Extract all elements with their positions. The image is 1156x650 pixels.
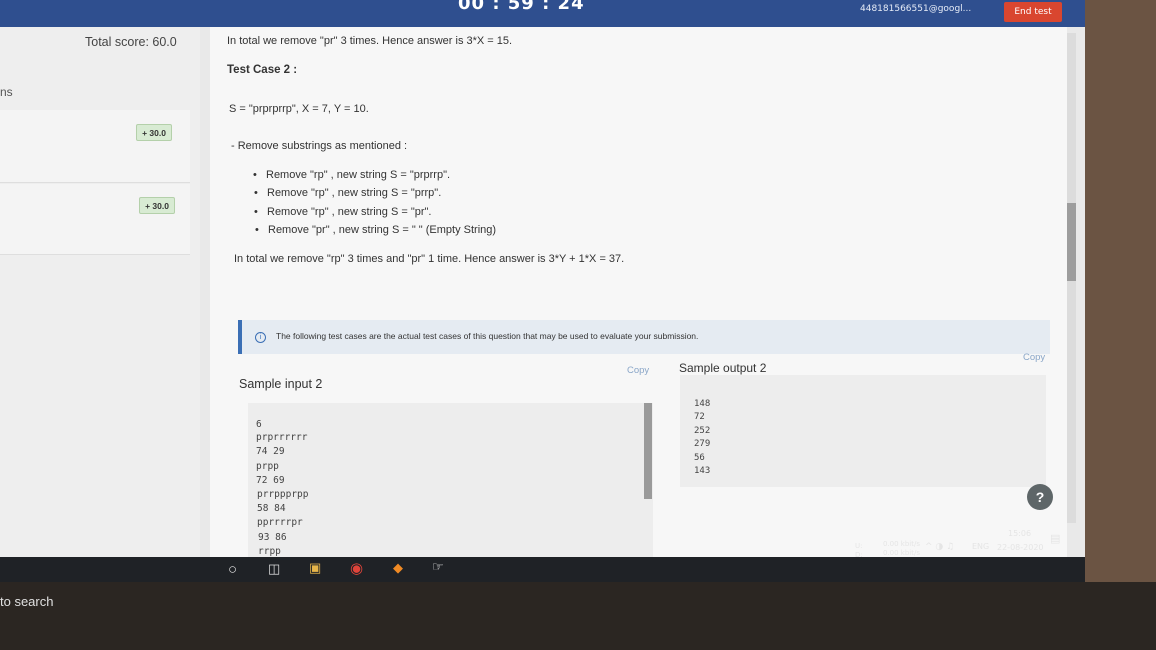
sample-input-title: Sample input 2 [239,377,323,391]
monitor-bezel [0,582,1156,650]
test-case-heading: Test Case 2 : [227,64,298,76]
output-line: 148 [694,399,711,409]
browser-screen: 00 : 59 : 24 448181566551@googl... End t… [0,0,1085,582]
input-line: prrppprpp [257,489,309,500]
page-scrollbar-thumb[interactable] [1067,203,1076,281]
input-line: 93 86 [258,532,287,543]
problem-statement: In total we remove "pr" 3 times. Hence a… [210,27,1067,557]
notification-icon[interactable]: ▤ [1050,532,1060,545]
question-card-2[interactable]: + 30.0 [0,184,190,255]
copy-output-button[interactable]: Copy [1023,352,1045,363]
pointer-app-icon[interactable]: ☞ [432,559,444,575]
clock-time[interactable]: 15:06 [1008,529,1031,538]
input-line: 72 69 [256,475,285,486]
clock-date[interactable]: 22-08-2020 [997,543,1044,552]
input-line: prpp [256,461,279,472]
input-scrollbar-thumb[interactable] [644,403,652,499]
step-item: Remove "rp" , new string S = "prprrp". [253,169,450,181]
score-badge: + 30.0 [136,124,172,141]
explanation-total: In total we remove "rp" 3 times and "pr"… [234,253,625,265]
input-line: prprrrrrr [256,432,308,443]
output-line: 72 [694,412,705,422]
sample-output-title: Sample output 2 [679,361,767,375]
sidebar-partial-label: ns [0,85,13,99]
upload-speed: 0.00 kbit/s [883,540,921,548]
taskbar-search-label[interactable]: to search [0,594,53,609]
input-line: 74 29 [256,446,285,457]
download-speed: 0.00 kbit/s [883,549,921,557]
info-banner: i The following test cases are the actua… [238,320,1050,354]
info-text: The following test cases are the actual … [276,331,699,341]
score-badge: + 30.0 [139,197,175,214]
upload-label: U: [855,542,863,550]
user-email: 448181566551@googl... [860,4,972,14]
output-line: 252 [694,426,711,436]
step-item: Remove "rp" , new string S = "prrp". [254,187,441,199]
test-header: 00 : 59 : 24 448181566551@googl... End t… [0,0,1085,27]
input-values: S = "prprprrp", X = 7, Y = 10. [229,103,369,115]
tray-icons[interactable]: ^ ◑ ♫ [925,542,954,552]
total-score: Total score: 60.0 [85,35,177,49]
step-item: Remove "rp" , new string S = "pr". [254,206,432,218]
info-icon: i [255,332,266,343]
file-explorer-icon[interactable]: ▣ [309,560,321,576]
output-line: 279 [694,439,711,449]
sample-input-box[interactable]: 6 prprrrrrr 74 29 prpp 72 69 prrppprpp 5… [248,403,653,557]
end-test-button[interactable]: End test [1004,2,1062,22]
output-line: 56 [694,453,705,463]
windows-taskbar: ○ ◫ ▣ ◉ ◆ ☞ U: D: 0.00 kbit/s 0.00 kbit/… [0,529,1085,582]
app-icon[interactable]: ◆ [393,560,403,576]
background-edge [1085,0,1156,650]
copy-input-button[interactable]: Copy [627,365,649,376]
chrome-icon[interactable]: ◉ [350,559,363,577]
help-icon[interactable]: ? [1027,484,1053,510]
input-line: 6 [256,419,262,430]
sample-output-box: 148 72 252 279 56 143 [680,375,1046,487]
download-label: D: [855,551,863,559]
question-card-1[interactable]: + 30.0 [0,110,190,183]
sidebar: Total score: 60.0 ns + 30.0 + 30.0 [0,27,200,582]
timer: 00 : 59 : 24 [458,0,585,14]
explanation-line: In total we remove "pr" 3 times. Hence a… [227,35,513,47]
cortana-icon[interactable]: ○ [228,561,237,578]
input-line: 58 84 [257,503,286,514]
input-line: pprrrrpr [257,517,303,528]
remove-intro: - Remove substrings as mentioned : [231,140,408,152]
output-line: 143 [694,466,711,476]
input-line: rrpp [258,546,281,557]
language-indicator[interactable]: ENG [972,542,989,551]
task-view-icon[interactable]: ◫ [268,561,280,577]
step-item: Remove "pr" , new string S = " " (Empty … [255,224,496,236]
